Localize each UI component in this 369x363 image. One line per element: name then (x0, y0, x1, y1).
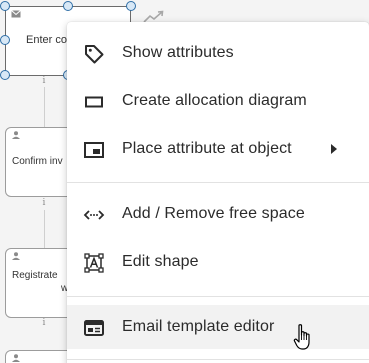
context-menu: Show attributes Create allocation diagra… (67, 22, 369, 363)
menu-item-label: Email template editor (122, 318, 275, 335)
menu-divider (67, 182, 369, 183)
diagram-shape-partial[interactable] (5, 350, 75, 363)
resize-handle[interactable] (63, 1, 73, 11)
menu-item-place-attribute-at-object[interactable]: Place attribute at object (67, 127, 369, 171)
shape-label: Confirm inv (12, 156, 63, 167)
resize-handle[interactable] (126, 1, 136, 11)
tag-icon (85, 45, 104, 64)
hand-pointer-icon (293, 324, 310, 350)
resize-handle[interactable] (0, 70, 10, 80)
shape-label: Registrate (12, 270, 58, 281)
menu-item-label: Create allocation diagram (122, 92, 307, 109)
user-icon (12, 354, 20, 362)
connector-line (44, 87, 45, 127)
menu-divider (67, 296, 369, 297)
diagram-canvas[interactable]: Enter con i Confirm inv i Registrate w i (0, 0, 369, 363)
diagram-shape-task[interactable]: Registrate w (5, 248, 75, 318)
menu-item-show-attributes[interactable]: Show attributes (67, 31, 369, 75)
menu-item-label: Add / Remove free space (122, 205, 305, 222)
envelope-icon (11, 10, 21, 18)
resize-handle[interactable] (0, 1, 10, 11)
menu-item-label: Show attributes (122, 44, 234, 61)
connector-line (44, 210, 45, 248)
info-icon[interactable]: i (40, 76, 48, 86)
email-template-icon (84, 320, 104, 336)
user-icon (12, 131, 20, 139)
menu-item-label: Place attribute at object (122, 140, 292, 157)
menu-item-add-remove-free-space[interactable]: Add / Remove free space (67, 192, 369, 236)
info-icon[interactable]: i (40, 318, 48, 328)
info-icon[interactable]: i (40, 198, 48, 208)
menu-item-edit-shape[interactable]: Edit shape (67, 240, 369, 284)
rectangle-icon (85, 96, 103, 108)
user-icon (12, 252, 20, 260)
menu-item-email-template-editor[interactable]: Email template editor (67, 305, 369, 349)
resize-handle[interactable] (0, 35, 10, 45)
diagram-shape-task[interactable]: Confirm inv (5, 127, 75, 197)
free-space-icon (83, 210, 105, 220)
menu-item-label: Edit shape (122, 253, 199, 270)
attribute-placement-icon (84, 142, 104, 158)
edit-shape-icon (84, 253, 104, 273)
menu-divider (67, 359, 369, 360)
submenu-arrow-icon (331, 144, 337, 154)
menu-item-create-allocation-diagram[interactable]: Create allocation diagram (67, 79, 369, 123)
